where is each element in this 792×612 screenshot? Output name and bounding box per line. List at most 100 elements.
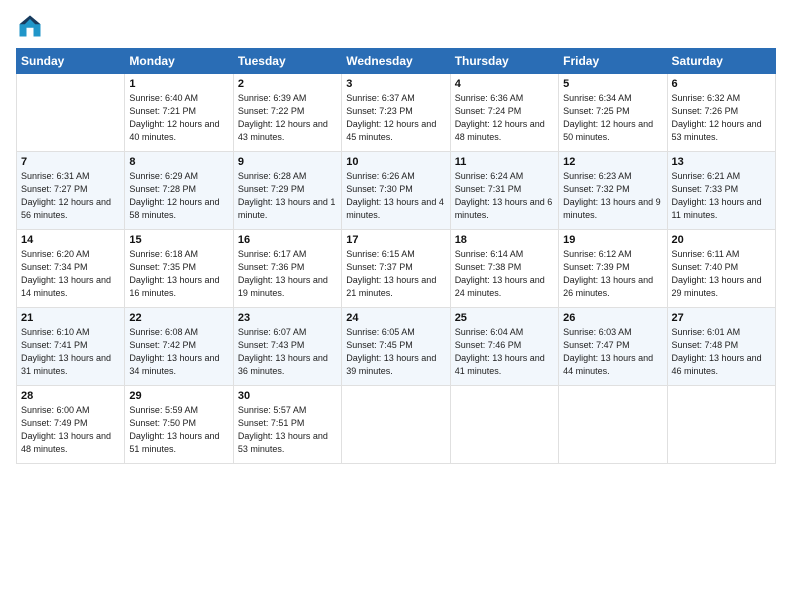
day-cell: 9Sunrise: 6:28 AMSunset: 7:29 PMDaylight… — [233, 152, 341, 230]
day-info: Sunrise: 6:08 AMSunset: 7:42 PMDaylight:… — [129, 326, 228, 378]
day-number: 15 — [129, 234, 228, 246]
day-cell: 26 Sunrise: 6:03 AMSunset: 7:47 PMDayligh… — [559, 308, 667, 386]
day-cell: 16 Sunrise: 6:17 AMSunset: 7:36 PMDayligh… — [233, 230, 341, 308]
day-cell: 12Sunrise: 6:23 AMSunset: 7:32 PMDayligh… — [559, 152, 667, 230]
day-info: Sunrise: 6:04 AMSunset: 7:46 PMDaylight:… — [455, 326, 554, 378]
day-number: 6 — [672, 78, 771, 90]
day-number: 1 — [129, 78, 228, 90]
day-cell — [342, 386, 450, 464]
day-info: Sunrise: 6:00 AMSunset: 7:49 PMDaylight:… — [21, 404, 120, 456]
day-info: Sunrise: 6:03 AMSunset: 7:47 PMDaylight:… — [563, 326, 662, 378]
day-number: 16 — [238, 234, 337, 246]
day-info: Sunrise: 6:34 AMSunset: 7:25 PMDaylight:… — [563, 92, 662, 144]
day-cell: 8Sunrise: 6:29 AMSunset: 7:28 PMDaylight… — [125, 152, 233, 230]
day-cell: 17 Sunrise: 6:15 AMSunset: 7:37 PMDayligh… — [342, 230, 450, 308]
calendar-table: SundayMondayTuesdayWednesdayThursdayFrid… — [16, 48, 776, 464]
day-cell: 2 Sunrise: 6:39 AMSunset: 7:22 PMDaylight… — [233, 74, 341, 152]
day-info: Sunrise: 6:21 AMSunset: 7:33 PMDaylight:… — [672, 170, 771, 222]
day-number: 14 — [21, 234, 120, 246]
day-info: Sunrise: 6:24 AMSunset: 7:31 PMDaylight:… — [455, 170, 554, 222]
day-cell: 4 Sunrise: 6:36 AMSunset: 7:24 PMDaylight… — [450, 74, 558, 152]
day-cell: 14 Sunrise: 6:20 AMSunset: 7:34 PMDayligh… — [17, 230, 125, 308]
day-info: Sunrise: 5:57 AMSunset: 7:51 PMDaylight:… — [238, 404, 337, 456]
day-number: 18 — [455, 234, 554, 246]
day-number: 8 — [129, 156, 228, 168]
day-cell: 11 Sunrise: 6:24 AMSunset: 7:31 PMDayligh… — [450, 152, 558, 230]
day-cell — [450, 386, 558, 464]
day-number: 11 — [455, 156, 554, 168]
day-number: 22 — [129, 312, 228, 324]
week-row-1: 1 Sunrise: 6:40 AMSunset: 7:21 PMDaylight… — [17, 74, 776, 152]
week-row-2: 7Sunrise: 6:31 AMSunset: 7:27 PMDaylight… — [17, 152, 776, 230]
day-info: Sunrise: 6:15 AMSunset: 7:37 PMDaylight:… — [346, 248, 445, 300]
day-info: Sunrise: 6:40 AMSunset: 7:21 PMDaylight:… — [129, 92, 228, 144]
week-row-3: 14 Sunrise: 6:20 AMSunset: 7:34 PMDayligh… — [17, 230, 776, 308]
day-info: Sunrise: 6:20 AMSunset: 7:34 PMDaylight:… — [21, 248, 120, 300]
day-cell — [559, 386, 667, 464]
header-cell-tuesday: Tuesday — [233, 49, 341, 74]
header-cell-thursday: Thursday — [450, 49, 558, 74]
day-cell: 3 Sunrise: 6:37 AMSunset: 7:23 PMDaylight… — [342, 74, 450, 152]
day-info: Sunrise: 6:32 AMSunset: 7:26 PMDaylight:… — [672, 92, 771, 144]
day-number: 24 — [346, 312, 445, 324]
day-info: Sunrise: 6:18 AMSunset: 7:35 PMDaylight:… — [129, 248, 228, 300]
day-cell — [667, 386, 775, 464]
day-number: 23 — [238, 312, 337, 324]
day-cell: 13 Sunrise: 6:21 AMSunset: 7:33 PMDayligh… — [667, 152, 775, 230]
day-cell: 5 Sunrise: 6:34 AMSunset: 7:25 PMDaylight… — [559, 74, 667, 152]
day-number: 20 — [672, 234, 771, 246]
day-number: 12 — [563, 156, 662, 168]
week-row-5: 28 Sunrise: 6:00 AMSunset: 7:49 PMDayligh… — [17, 386, 776, 464]
day-info: Sunrise: 6:26 AMSunset: 7:30 PMDaylight:… — [346, 170, 445, 222]
header — [16, 12, 776, 40]
day-info: Sunrise: 6:05 AMSunset: 7:45 PMDaylight:… — [346, 326, 445, 378]
day-info: Sunrise: 6:31 AMSunset: 7:27 PMDaylight:… — [21, 170, 120, 222]
day-number: 17 — [346, 234, 445, 246]
header-cell-sunday: Sunday — [17, 49, 125, 74]
day-cell: 18Sunrise: 6:14 AMSunset: 7:38 PMDayligh… — [450, 230, 558, 308]
day-number: 27 — [672, 312, 771, 324]
day-info: Sunrise: 6:12 AMSunset: 7:39 PMDaylight:… — [563, 248, 662, 300]
day-number: 21 — [21, 312, 120, 324]
day-number: 25 — [455, 312, 554, 324]
day-cell: 7Sunrise: 6:31 AMSunset: 7:27 PMDaylight… — [17, 152, 125, 230]
day-cell: 22 Sunrise: 6:08 AMSunset: 7:42 PMDayligh… — [125, 308, 233, 386]
day-cell: 20Sunrise: 6:11 AMSunset: 7:40 PMDayligh… — [667, 230, 775, 308]
day-cell: 21 Sunrise: 6:10 AMSunset: 7:41 PMDayligh… — [17, 308, 125, 386]
calendar-body: 1 Sunrise: 6:40 AMSunset: 7:21 PMDaylight… — [17, 74, 776, 464]
day-number: 26 — [563, 312, 662, 324]
day-cell: 30Sunrise: 5:57 AMSunset: 7:51 PMDayligh… — [233, 386, 341, 464]
header-cell-monday: Monday — [125, 49, 233, 74]
day-number: 19 — [563, 234, 662, 246]
calendar-header: SundayMondayTuesdayWednesdayThursdayFrid… — [17, 49, 776, 74]
day-number: 28 — [21, 390, 120, 402]
day-info: Sunrise: 6:17 AMSunset: 7:36 PMDaylight:… — [238, 248, 337, 300]
logo-icon — [16, 12, 44, 40]
header-cell-wednesday: Wednesday — [342, 49, 450, 74]
header-cell-saturday: Saturday — [667, 49, 775, 74]
day-info: Sunrise: 6:36 AMSunset: 7:24 PMDaylight:… — [455, 92, 554, 144]
day-info: Sunrise: 6:07 AMSunset: 7:43 PMDaylight:… — [238, 326, 337, 378]
logo — [16, 12, 48, 40]
day-cell: 25 Sunrise: 6:04 AMSunset: 7:46 PMDayligh… — [450, 308, 558, 386]
week-row-4: 21 Sunrise: 6:10 AMSunset: 7:41 PMDayligh… — [17, 308, 776, 386]
day-cell: 28 Sunrise: 6:00 AMSunset: 7:49 PMDayligh… — [17, 386, 125, 464]
day-cell: 24 Sunrise: 6:05 AMSunset: 7:45 PMDayligh… — [342, 308, 450, 386]
day-number: 2 — [238, 78, 337, 90]
day-number: 10 — [346, 156, 445, 168]
day-number: 29 — [129, 390, 228, 402]
header-row: SundayMondayTuesdayWednesdayThursdayFrid… — [17, 49, 776, 74]
day-info: Sunrise: 6:37 AMSunset: 7:23 PMDaylight:… — [346, 92, 445, 144]
day-number: 13 — [672, 156, 771, 168]
day-cell: 19 Sunrise: 6:12 AMSunset: 7:39 PMDayligh… — [559, 230, 667, 308]
day-cell: 6 Sunrise: 6:32 AMSunset: 7:26 PMDaylight… — [667, 74, 775, 152]
day-info: Sunrise: 6:10 AMSunset: 7:41 PMDaylight:… — [21, 326, 120, 378]
day-number: 3 — [346, 78, 445, 90]
day-number: 4 — [455, 78, 554, 90]
day-cell — [17, 74, 125, 152]
day-cell: 29Sunrise: 5:59 AMSunset: 7:50 PMDayligh… — [125, 386, 233, 464]
day-cell: 10 Sunrise: 6:26 AMSunset: 7:30 PMDayligh… — [342, 152, 450, 230]
day-info: Sunrise: 6:39 AMSunset: 7:22 PMDaylight:… — [238, 92, 337, 144]
day-number: 5 — [563, 78, 662, 90]
page: SundayMondayTuesdayWednesdayThursdayFrid… — [0, 0, 792, 612]
